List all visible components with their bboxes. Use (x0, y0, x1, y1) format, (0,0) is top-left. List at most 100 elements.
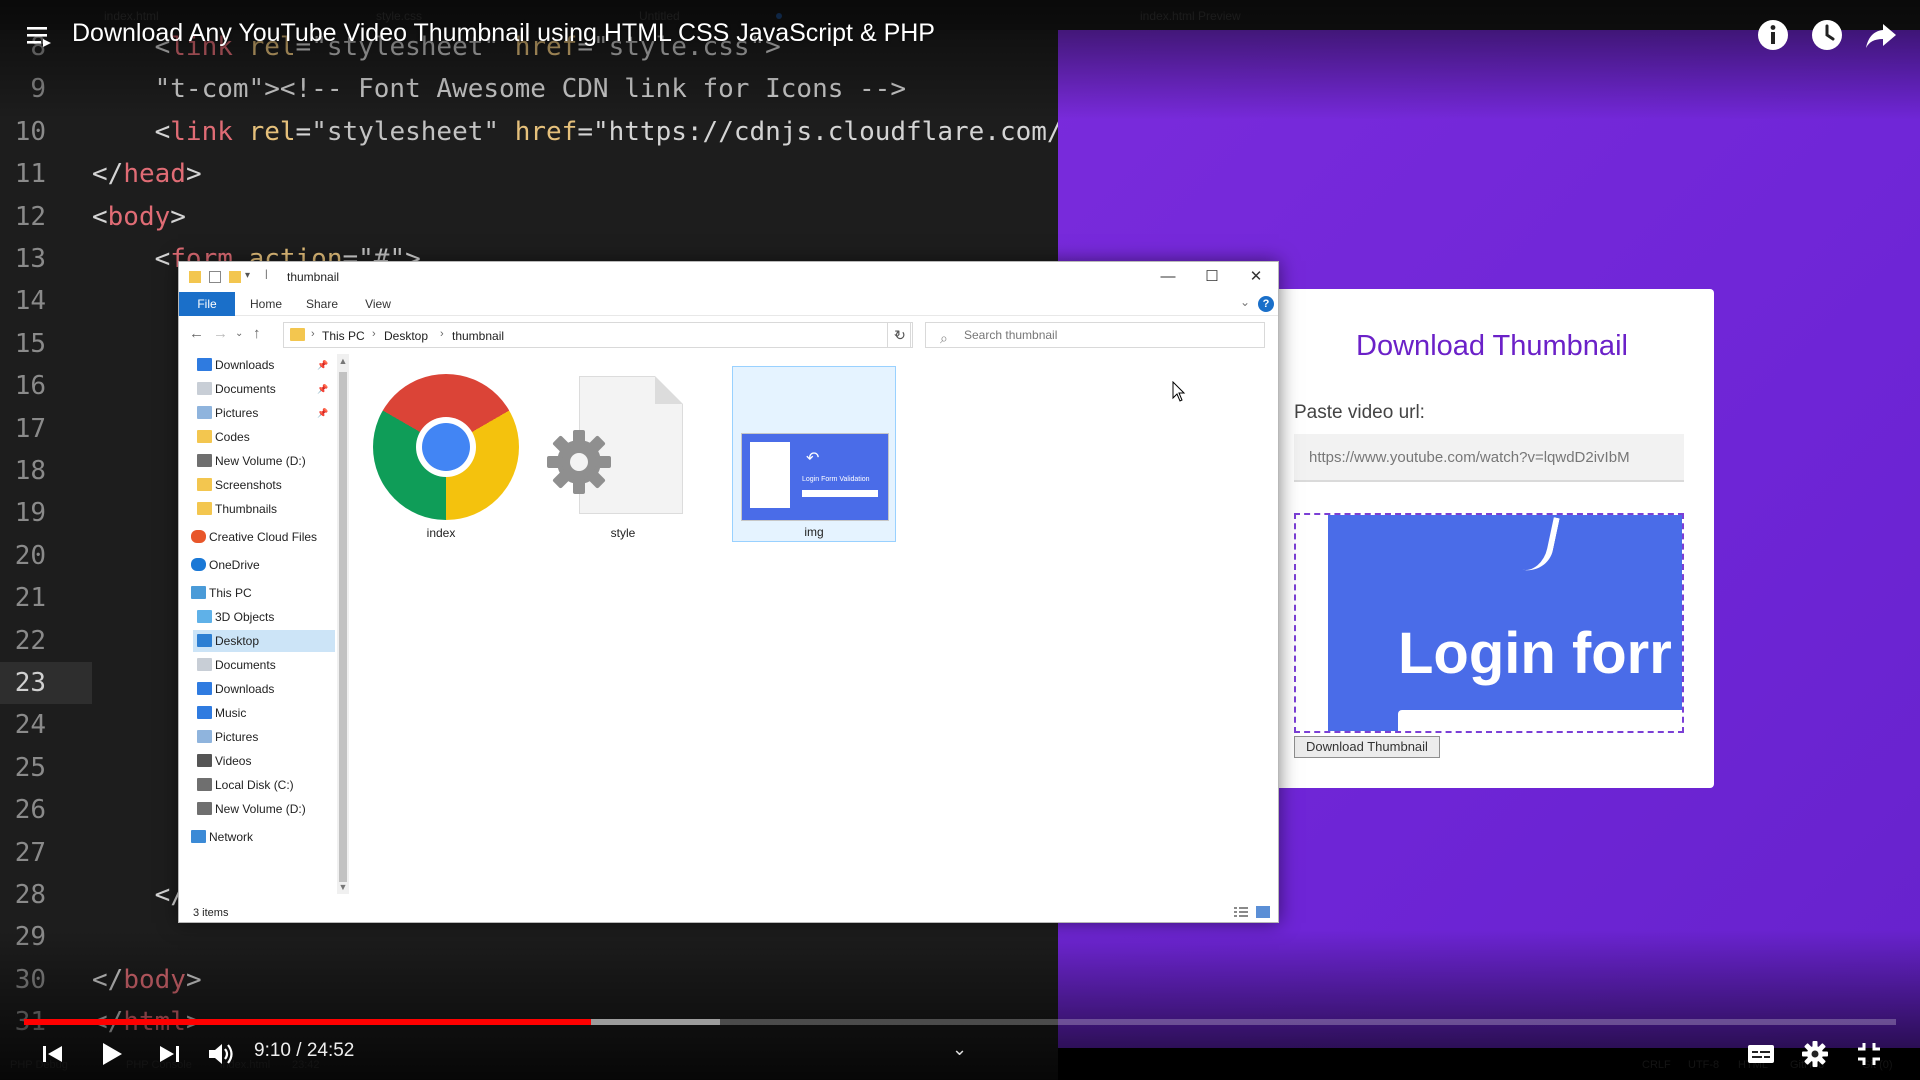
code-line[interactable]: 9 "t-com"><!-- Font Awesome CDN link for… (0, 68, 1058, 110)
help-icon[interactable]: ? (1258, 296, 1274, 312)
volume-icon[interactable] (206, 1039, 236, 1069)
up-arrow-icon[interactable]: ↑ (253, 325, 261, 342)
refresh-icon[interactable]: ↻ (887, 322, 913, 348)
previous-icon[interactable] (38, 1039, 68, 1069)
nav-item[interactable]: Network (187, 826, 335, 848)
explorer-titlebar[interactable]: ▾ | thumbnail — ☐ ✕ (179, 262, 1278, 292)
minimize-button[interactable]: — (1146, 262, 1190, 292)
nav-item-label: Pictures (215, 730, 259, 744)
nav-item[interactable]: New Volume (D:) (193, 450, 335, 472)
code-text: </head> (92, 159, 202, 190)
nav-item[interactable]: Pictures 📌 (193, 402, 335, 424)
nav-item-label: Screenshots (215, 478, 282, 492)
play-icon[interactable] (96, 1039, 126, 1069)
download-thumbnail-button[interactable]: Download Thumbnail (1294, 736, 1440, 758)
nav-item[interactable]: This PC (187, 582, 335, 604)
nav-item[interactable]: New Volume (D:) (193, 798, 335, 820)
file-img[interactable]: ↶ Login Form Validation img (732, 366, 896, 542)
ribbon-tab-view[interactable]: View (353, 292, 403, 316)
recent-locations-icon[interactable]: ⌄ (235, 328, 243, 339)
search-icon: ⌕ (940, 330, 948, 346)
file-style[interactable]: style (541, 366, 705, 542)
nav-item[interactable]: Local Disk (C:) (193, 774, 335, 796)
close-button[interactable]: ✕ (1234, 262, 1278, 292)
file-index[interactable]: index (359, 366, 523, 542)
nav-item[interactable]: Pictures (193, 726, 335, 748)
gear-icon[interactable] (1800, 1039, 1830, 1069)
share-arrow-icon[interactable] (1864, 18, 1898, 52)
subtitles-icon[interactable] (1746, 1039, 1776, 1069)
playlist-menu-icon[interactable] (27, 25, 51, 47)
video-title[interactable]: Download Any YouTube Video Thumbnail usi… (72, 19, 935, 48)
video-url-input[interactable] (1294, 434, 1684, 482)
view-toggle-icon[interactable] (1234, 906, 1270, 918)
line-number: 25 (14, 752, 46, 783)
line-number: 11 (14, 159, 46, 190)
next-icon[interactable] (154, 1039, 184, 1069)
desktop-icon (197, 634, 212, 647)
thumbnail-banner (1398, 710, 1682, 731)
nav-item[interactable]: Videos (193, 750, 335, 772)
clock-icon[interactable] (1810, 18, 1844, 52)
info-icon[interactable] (1756, 18, 1790, 52)
nav-item-label: New Volume (D:) (215, 802, 306, 816)
pin-icon[interactable]: 📌 (317, 354, 328, 376)
code-line[interactable]: 12 <body> (0, 196, 1058, 238)
ribbon-tab-share[interactable]: Share (297, 292, 347, 316)
pin-icon[interactable]: 📌 (317, 378, 328, 400)
breadcrumb-thumbnail[interactable]: thumbnail (452, 329, 504, 343)
pin-icon[interactable]: 📌 (317, 402, 328, 424)
page-fold (655, 376, 683, 404)
scroll-down-icon[interactable]: ▼ (337, 882, 349, 892)
nav-item[interactable]: 3D Objects (193, 606, 335, 628)
chevron-right-icon[interactable]: › (311, 328, 315, 340)
nav-item[interactable]: Documents 📌 (193, 378, 335, 400)
line-number: 24 (14, 710, 46, 741)
breadcrumb-this-pc[interactable]: This PC (322, 329, 365, 343)
nav-item[interactable]: Thumbnails (193, 498, 335, 520)
code-line[interactable]: 10 <link rel="stylesheet" href="https://… (0, 111, 1058, 153)
properties-icon[interactable] (209, 271, 221, 283)
navigation-scrollbar[interactable]: ▲ ▼ (337, 354, 349, 894)
nav-item[interactable]: Documents (193, 654, 335, 676)
nav-item[interactable]: Screenshots (193, 474, 335, 496)
expand-ribbon-icon[interactable]: ⌄ (1240, 295, 1250, 309)
preview-tab-title[interactable]: index.html Preview (1140, 9, 1241, 23)
nav-item[interactable]: OneDrive (187, 554, 335, 576)
ribbon-tab-file[interactable]: File (179, 292, 235, 316)
nav-item[interactable]: Desktop (193, 630, 335, 652)
maximize-button[interactable]: ☐ (1190, 262, 1234, 292)
nav-item-label: Desktop (215, 634, 260, 648)
code-line[interactable]: 11 </head> (0, 153, 1058, 195)
new-folder-icon[interactable] (229, 271, 241, 283)
folder-icon (197, 478, 212, 491)
progress-bar[interactable] (24, 1019, 1896, 1025)
scroll-up-icon[interactable]: ▲ (337, 356, 349, 366)
code-text: <link rel="stylesheet" href="https://cdn… (154, 116, 1058, 147)
line-number: 12 (14, 201, 46, 232)
chevron-right-icon[interactable]: › (372, 328, 376, 340)
nav-item[interactable]: Creative Cloud Files (187, 526, 335, 548)
back-arrow-icon[interactable]: ← (189, 325, 204, 342)
forward-arrow-icon[interactable]: → (213, 325, 228, 342)
nav-item-label: Thumbnails (215, 502, 278, 516)
chevron-right-icon[interactable]: › (440, 328, 444, 340)
nav-item[interactable]: Downloads 📌 (193, 354, 335, 376)
code-line[interactable]: 30 </body> (0, 959, 1058, 1001)
scrollbar-thumb[interactable] (339, 372, 347, 882)
nav-item-label: Documents (215, 658, 276, 672)
quick-access-dropdown-icon[interactable]: ▾ (245, 270, 255, 282)
nav-item[interactable]: Music (193, 702, 335, 724)
nav-item[interactable]: Downloads (193, 678, 335, 700)
breadcrumb-desktop[interactable]: Desktop (384, 329, 428, 343)
ribbon-tab-home[interactable]: Home (241, 292, 291, 316)
line-number: 19 (14, 498, 46, 529)
exit-fullscreen-icon[interactable] (1854, 1039, 1884, 1069)
chevron-down-icon[interactable]: ⌄ (952, 1039, 967, 1060)
time-display: 9:10 / 24:52 (254, 1040, 355, 1061)
nav-item[interactable]: Codes (193, 426, 335, 448)
curved-arrow-icon: ↶ (806, 450, 820, 467)
address-bar[interactable]: › This PC › Desktop › thumbnail ⌄ (283, 322, 911, 348)
line-number: 30 (14, 964, 46, 995)
search-input[interactable]: ⌕ Search thumbnail (925, 322, 1265, 348)
